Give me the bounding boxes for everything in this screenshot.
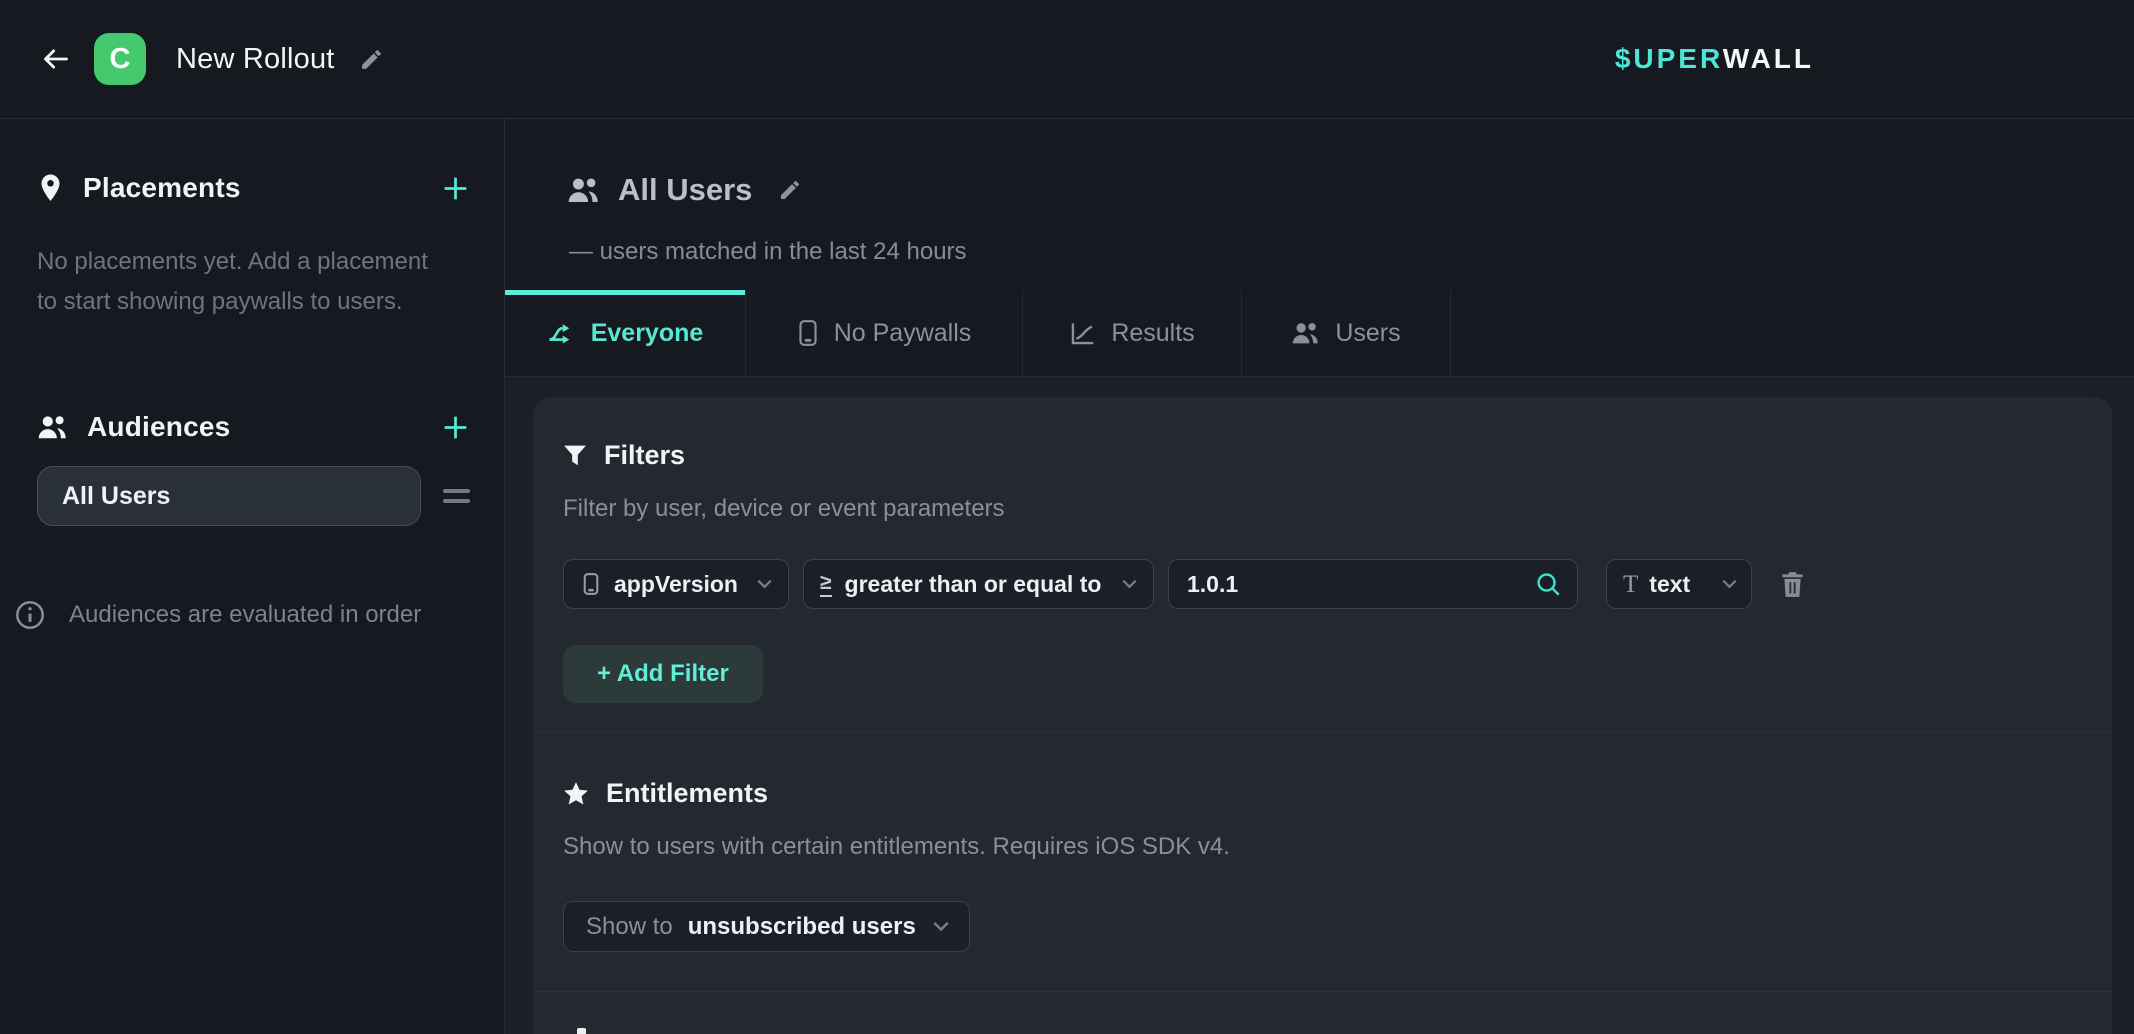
tab-label: Everyone (591, 319, 704, 348)
filter-type-dropdown[interactable]: T text (1606, 559, 1752, 609)
chevron-down-icon (1722, 579, 1737, 589)
audiences-note-text: Audiences are evaluated in order (69, 601, 421, 629)
superwall-campaign-page: C New Rollout $UPERWALL Placements (0, 0, 2134, 1034)
tab-no-paywalls[interactable]: No Paywalls (746, 290, 1023, 376)
tab-users[interactable]: Users (1242, 290, 1451, 376)
placements-empty-text: No placements yet. Add a placement to st… (37, 242, 429, 322)
edit-audience-button[interactable] (778, 178, 802, 202)
greater-equal-icon: ≥ (820, 572, 832, 597)
split-arrows-icon (547, 321, 576, 345)
campaign-avatar: C (94, 33, 146, 85)
delete-filter-button[interactable] (1780, 571, 1805, 598)
plus-icon (441, 174, 470, 203)
show-to-value: unsubscribed users (688, 913, 916, 941)
placements-section: Placements No placements yet. Add a plac… (37, 172, 470, 322)
drag-handle-icon[interactable] (443, 489, 470, 503)
section-divider (533, 991, 2112, 992)
filter-operator-value: greater than or equal to (845, 571, 1102, 598)
users-icon (37, 414, 68, 440)
audience-title: All Users (618, 172, 752, 208)
show-to-label: Show to (586, 913, 673, 941)
pencil-icon (778, 178, 802, 202)
add-filter-button[interactable]: + Add Filter (563, 645, 763, 703)
filter-property-dropdown[interactable]: appVersion (563, 559, 789, 609)
tab-everyone[interactable]: Everyone (505, 290, 746, 376)
funnel-icon (563, 445, 587, 467)
placements-title: Placements (83, 172, 241, 204)
filters-title: Filters (604, 440, 685, 471)
arrow-left-icon (42, 47, 70, 71)
phone-icon (582, 572, 600, 596)
audiences-title: Audiences (87, 411, 230, 443)
filters-section: Filters Filter by user, device or event … (533, 397, 2112, 703)
chevron-down-icon (757, 579, 772, 589)
chevron-down-icon (1122, 579, 1137, 589)
chart-icon (1069, 321, 1096, 346)
filter-value-field (1168, 559, 1578, 609)
add-placement-button[interactable] (441, 174, 470, 203)
chevron-down-icon (933, 921, 949, 932)
plus-icon (441, 413, 470, 442)
audience-header: All Users — users matched in the last 24… (505, 119, 2134, 290)
audience-item-all-users[interactable]: All Users (37, 466, 421, 526)
tab-label: Results (1111, 319, 1194, 348)
star-icon (563, 782, 589, 806)
logo-suffix: WALL (1723, 43, 1814, 74)
tab-label: No Paywalls (834, 319, 972, 348)
audience-list-item: All Users (37, 466, 470, 526)
show-to-dropdown[interactable]: Show to unsubscribed users (563, 901, 970, 952)
trash-icon (1780, 571, 1805, 598)
tab-results[interactable]: Results (1023, 290, 1242, 376)
pencil-icon (359, 47, 384, 72)
superwall-logo: $UPERWALL (1615, 43, 1814, 75)
filter-value-input[interactable] (1187, 571, 1536, 598)
edit-title-button[interactable] (359, 47, 384, 72)
page-title: New Rollout (176, 43, 335, 76)
main-panel: All Users — users matched in the last 24… (505, 119, 2134, 1034)
filter-type-value: text (1649, 571, 1690, 598)
entitlements-section: Entitlements Show to users with certain … (533, 733, 2112, 952)
entitlements-subtitle: Show to users with certain entitlements.… (563, 833, 2082, 861)
info-icon (15, 600, 45, 630)
text-type-icon: T (1623, 572, 1638, 597)
users-icon (567, 176, 600, 204)
phone-icon (797, 319, 819, 347)
logo-prefix: $UPER (1615, 43, 1723, 74)
next-section-icon (577, 1028, 586, 1034)
search-icon (1536, 572, 1561, 597)
audience-subtitle: — users matched in the last 24 hours (569, 238, 2134, 266)
filter-row: appVersion ≥ greater than or equal to (563, 559, 2082, 609)
add-audience-button[interactable] (441, 413, 470, 442)
audiences-section: Audiences All Users Audiences are e (37, 411, 470, 630)
back-button[interactable] (33, 36, 79, 82)
tab-bar: Everyone No Paywalls Results (505, 290, 2134, 377)
tab-label: Users (1335, 319, 1400, 348)
users-icon (1291, 321, 1320, 345)
filter-operator-dropdown[interactable]: ≥ greater than or equal to (803, 559, 1154, 609)
filter-property-value: appVersion (614, 571, 738, 598)
audience-card: Filters Filter by user, device or event … (533, 397, 2112, 1034)
map-pin-icon (37, 173, 64, 203)
sidebar: Placements No placements yet. Add a plac… (0, 119, 505, 1034)
tab-content: Filters Filter by user, device or event … (505, 377, 2134, 1034)
top-bar: C New Rollout $UPERWALL (0, 0, 2134, 119)
entitlements-title: Entitlements (606, 778, 768, 809)
tab-bar-spacer (1451, 290, 2134, 376)
filters-subtitle: Filter by user, device or event paramete… (563, 495, 2082, 523)
audiences-note: Audiences are evaluated in order (15, 600, 470, 630)
